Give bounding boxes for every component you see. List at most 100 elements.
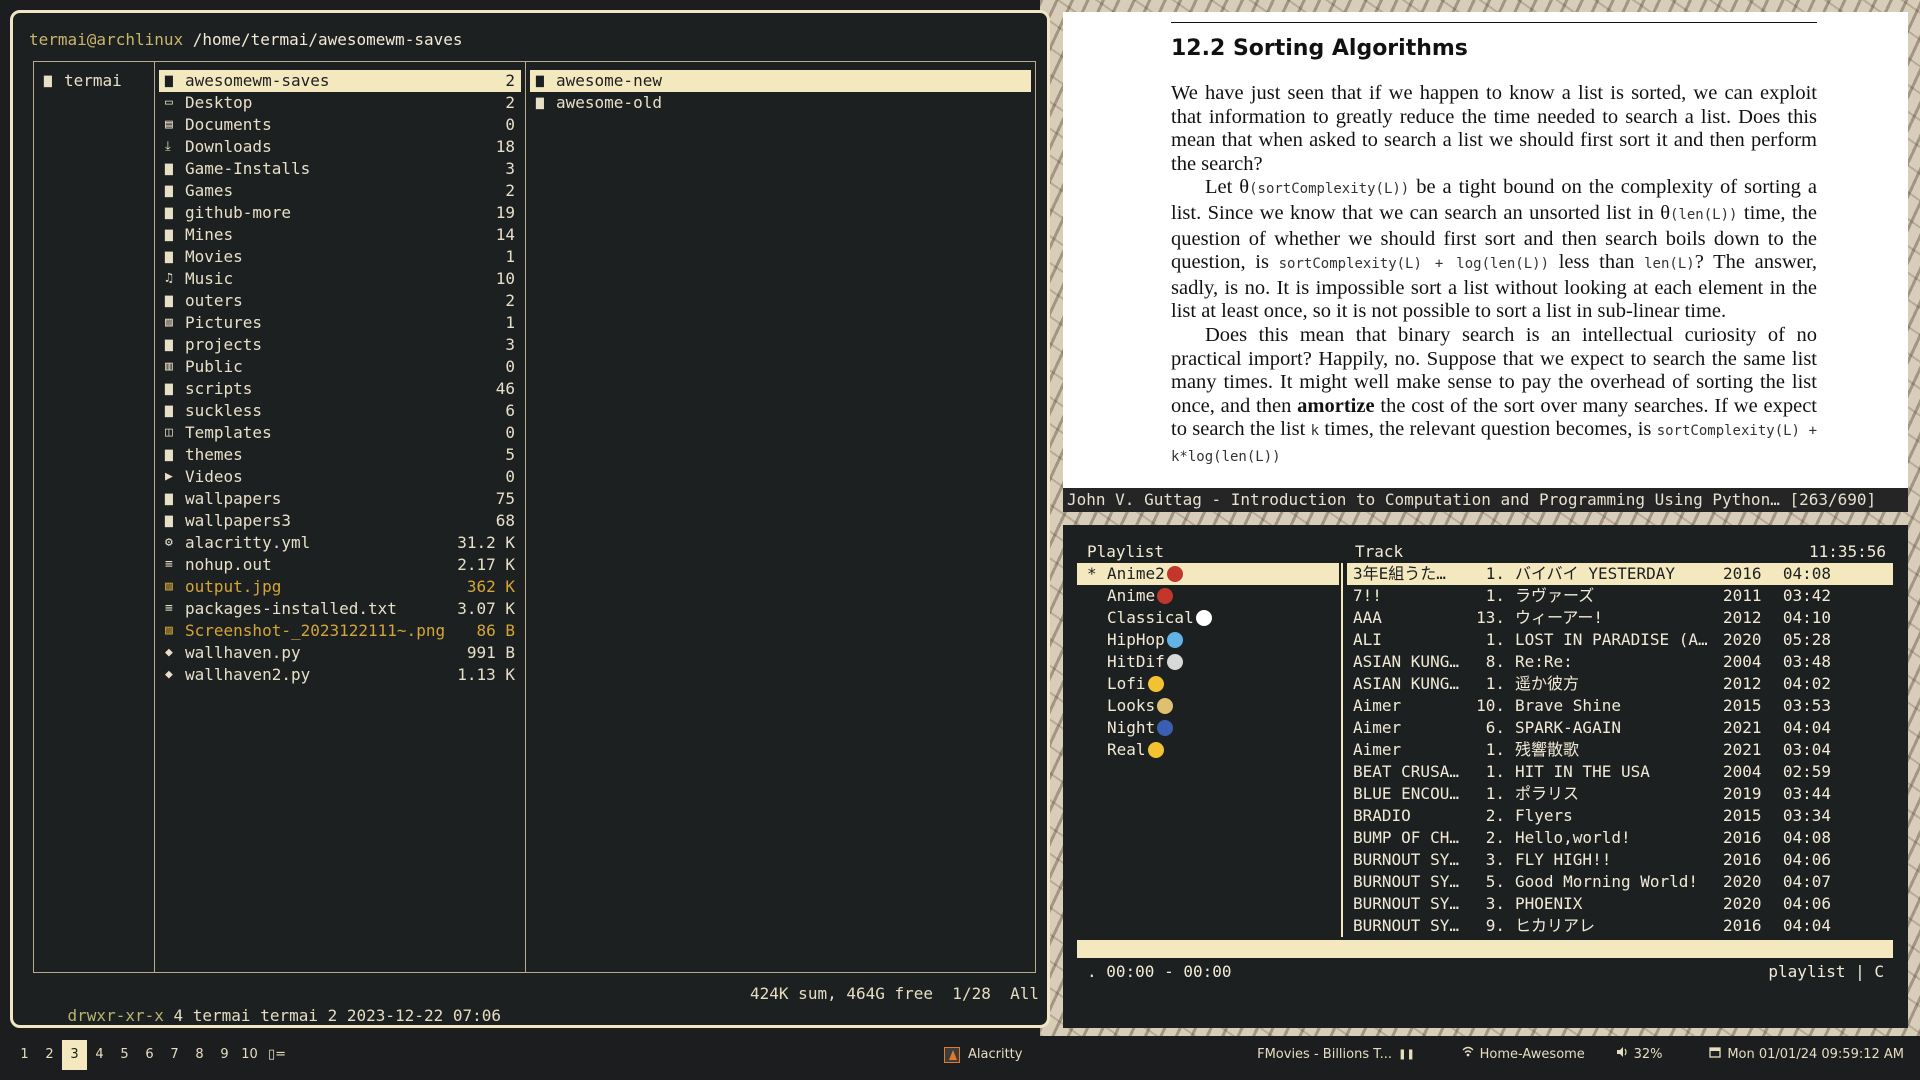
emoji-icon — [1147, 742, 1164, 758]
layout-indicator[interactable]: ▯= — [262, 1040, 292, 1070]
file-entry[interactable]: ▭ Desktop 2 — [155, 92, 525, 114]
datetime[interactable]: Mon 01/01/24 09:59:12 AM — [1727, 1040, 1904, 1070]
track-title: Hello,world! — [1515, 828, 1631, 847]
tag-8[interactable]: 8 — [187, 1040, 212, 1070]
playlist-item[interactable]: Real — [1077, 739, 1339, 761]
file-entry[interactable]: ▆ Mines 14 — [155, 224, 525, 246]
file-entry[interactable]: ▆ Games 2 — [155, 180, 525, 202]
file-entry[interactable]: ▤ Documents 0 — [155, 114, 525, 136]
track-row[interactable]: ASIAN KUNG… 8. Re:Re: 2004 03:48 — [1347, 651, 1893, 673]
file-entry[interactable]: ▆ scripts 46 — [155, 378, 525, 400]
folder-icon: ▆ — [44, 73, 52, 88]
track-duration: 04:04 — [1782, 916, 1831, 935]
file-entry[interactable]: ▶ Videos 0 — [155, 466, 525, 488]
track-row[interactable]: BURNOUT SY… 5. Good Morning World! 2020 04:0… — [1347, 871, 1893, 893]
playlist-item[interactable]: HipHop — [1077, 629, 1339, 651]
playlist-item[interactable]: Anime — [1077, 585, 1339, 607]
current-dir-pane[interactable]: ▆ awesomewm-saves 2 ▭ Desktop 2 ▤ Documents 0 ⤓ Do… — [154, 61, 526, 973]
tag-6[interactable]: 6 — [137, 1040, 162, 1070]
file-entry[interactable]: ▆ suckless 6 — [155, 400, 525, 422]
playlist-list[interactable]: * Anime2 Anime Classical HipHop HitDif Lo… — [1077, 563, 1339, 761]
parent-dir-pane[interactable]: ▆ termai — [33, 61, 155, 973]
tag-5[interactable]: 5 — [112, 1040, 137, 1070]
file-entry[interactable]: ⚙ alacritty.yml 31.2 K — [155, 532, 525, 554]
file-entry[interactable]: ◫ Templates 0 — [155, 422, 525, 444]
tag-1[interactable]: 1 — [12, 1040, 37, 1070]
file-entry[interactable]: ◆ wallhaven2.py 1.13 K — [155, 664, 525, 686]
file-entry[interactable]: ▆ projects 3 — [155, 334, 525, 356]
playlist-item[interactable]: Lofi — [1077, 673, 1339, 695]
playlist-item[interactable]: Looks — [1077, 695, 1339, 717]
track-row[interactable]: Aimer 6. SPARK-AGAIN 2021 04:04 — [1347, 717, 1893, 739]
emoji-icon — [1166, 632, 1183, 648]
track-year: 2019 — [1723, 784, 1762, 803]
tag-2[interactable]: 2 — [37, 1040, 62, 1070]
file-entry[interactable]: ▆ termai — [34, 70, 154, 92]
file-entry[interactable]: ⤓ Downloads 18 — [155, 136, 525, 158]
tag-7[interactable]: 7 — [162, 1040, 187, 1070]
file-entry[interactable]: ▨ Pictures 1 — [155, 312, 525, 334]
wifi-name[interactable]: Home-Awesome — [1480, 1040, 1585, 1070]
file-entry[interactable]: ▥ Public 0 — [155, 356, 525, 378]
file-entry[interactable]: ▆ awesome-old — [526, 92, 1035, 114]
track-row[interactable]: BLUE ENCOU… 1. ポラリス 2019 03:44 — [1347, 783, 1893, 805]
track-row[interactable]: 7!! 1. ラヴァーズ 2011 03:42 — [1347, 585, 1893, 607]
track-row[interactable]: BUMP OF CH… 2. Hello,world! 2016 04:08 — [1347, 827, 1893, 849]
track-row[interactable]: Aimer 1. 残響散歌 2021 03:04 — [1347, 739, 1893, 761]
tag-9[interactable]: 9 — [212, 1040, 237, 1070]
track-list[interactable]: 3年E組うた… 1. バイバイ YESTERDAY 2016 04:08 7!! 1. ラヴァ… — [1347, 563, 1893, 937]
ranger-window[interactable]: termai@archlinux /home/termai/awesomewm-… — [10, 10, 1050, 1028]
track-year: 2004 — [1723, 652, 1762, 671]
playlist-item[interactable]: Classical — [1077, 607, 1339, 629]
progress-bar[interactable] — [1077, 940, 1893, 958]
now-playing[interactable]: FMovies - Billions T... — [1257, 1040, 1392, 1070]
track-row[interactable]: ALI 1. LOST IN PARADISE (A… 2020 05:28 — [1347, 629, 1893, 651]
tag-10[interactable]: 10 — [237, 1040, 262, 1070]
track-artist: 3年E組うた… — [1353, 564, 1446, 583]
track-row[interactable]: BEAT CRUSA… 1. HIT IN THE USA 2004 02:59 — [1347, 761, 1893, 783]
playlist-item[interactable]: Night — [1077, 717, 1339, 739]
preview-pane[interactable]: ▆ awesome-new ▆ awesome-old — [525, 61, 1036, 973]
pdf-viewer-page[interactable]: 12.2 Sorting Algorithms We have just see… — [1063, 12, 1908, 488]
task-label: Alacritty — [968, 1047, 1023, 1062]
volume-level[interactable]: 32% — [1634, 1040, 1663, 1070]
file-entry[interactable]: ▆ awesome-new — [530, 70, 1031, 92]
file-entry[interactable]: ≡ nohup.out 2.17 K — [155, 554, 525, 576]
track-row[interactable]: BURNOUT SY… 3. PHOENIX 2020 04:06 — [1347, 893, 1893, 915]
music-player-window[interactable]: Playlist Track 11:35:56 * Anime2 Anime Cl… — [1063, 525, 1908, 1028]
documents-icon: ▤ — [165, 117, 173, 132]
playlist-item[interactable]: * Anime2 — [1077, 563, 1339, 585]
file-entry[interactable]: ≡ packages-installed.txt 3.07 K — [155, 598, 525, 620]
track-row[interactable]: Aimer 10. Brave Shine 2015 03:53 — [1347, 695, 1893, 717]
tag-list[interactable]: 1 2 3 4 5 6 7 8 9 10 ▯= — [12, 1040, 292, 1070]
alacritty-icon — [944, 1047, 960, 1063]
track-row[interactable]: 3年E組うた… 1. バイバイ YESTERDAY 2016 04:08 — [1347, 563, 1893, 585]
task-alacritty[interactable]: Alacritty — [944, 1040, 1022, 1070]
track-row[interactable]: BURNOUT SY… 9. ヒカリアレ 2016 04:04 — [1347, 915, 1893, 937]
file-entry[interactable]: ▆ themes 5 — [155, 444, 525, 466]
track-row[interactable]: BURNOUT SY… 3. FLY HIGH!! 2016 04:06 — [1347, 849, 1893, 871]
file-entry[interactable]: ▆ github-more 19 — [155, 202, 525, 224]
track-duration: 05:28 — [1782, 630, 1831, 649]
file-entry[interactable]: ▨ output.jpg 362 K — [155, 576, 525, 598]
track-row[interactable]: BRADIO 2. Flyers 2015 03:34 — [1347, 805, 1893, 827]
track-year: 2015 — [1723, 806, 1762, 825]
track-row[interactable]: ASIAN KUNG… 1. 遥か彼方 2012 04:02 — [1347, 673, 1893, 695]
file-size: 2 — [505, 291, 515, 310]
tag-3[interactable]: 3 — [62, 1040, 87, 1070]
gear-icon: ⚙ — [165, 535, 173, 550]
file-entry[interactable]: ▆ wallpapers3 68 — [155, 510, 525, 532]
pause-icon[interactable]: ❚❚ — [1398, 1040, 1415, 1070]
file-entry[interactable]: ▨ Screenshot-_2023122111~.png 86 B — [155, 620, 525, 642]
file-entry[interactable]: ▆ outers 2 — [155, 290, 525, 312]
file-size: 2 — [505, 93, 515, 112]
file-entry[interactable]: ▆ wallpapers 75 — [155, 488, 525, 510]
file-entry[interactable]: ♫ Music 10 — [155, 268, 525, 290]
file-entry[interactable]: ▆ Game-Installs 3 — [155, 158, 525, 180]
file-entry[interactable]: ▆ awesomewm-saves 2 — [159, 70, 521, 92]
file-entry[interactable]: ◆ wallhaven.py 991 B — [155, 642, 525, 664]
tag-4[interactable]: 4 — [87, 1040, 112, 1070]
playlist-item[interactable]: HitDif — [1077, 651, 1339, 673]
track-row[interactable]: AAA 13. ウィーアー! 2012 04:10 — [1347, 607, 1893, 629]
file-entry[interactable]: ▆ Movies 1 — [155, 246, 525, 268]
